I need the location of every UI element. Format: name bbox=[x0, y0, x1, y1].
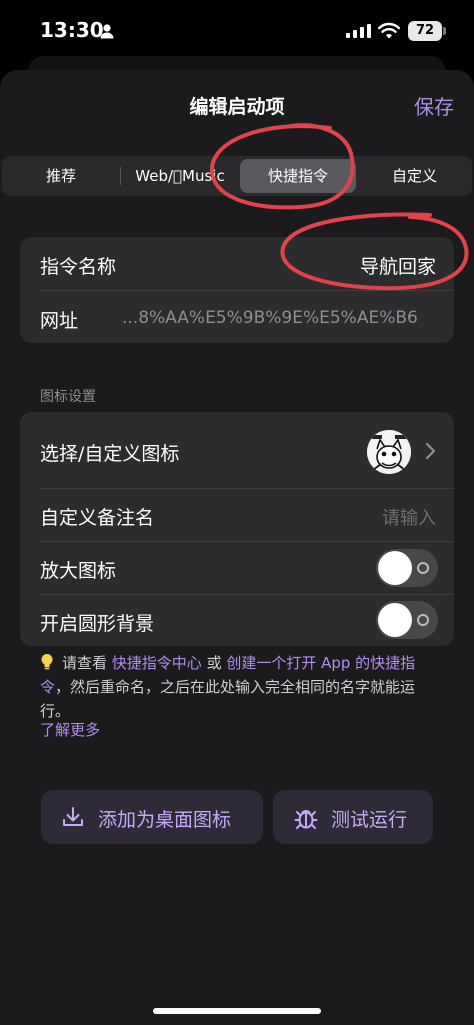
icon-settings-card: 选择/自定义图标 自定义备注名 请输入 放大图标 开启圆形背景 bbox=[20, 412, 454, 646]
tab-recommend[interactable]: 推荐 bbox=[2, 156, 120, 196]
circle-background-toggle[interactable] bbox=[376, 601, 438, 639]
toggle-knob bbox=[378, 603, 412, 637]
shortcut-name-label: 指令名称 bbox=[40, 256, 117, 278]
status-time: 13:30 bbox=[40, 18, 104, 42]
toggle-off-indicator bbox=[417, 614, 429, 626]
choose-icon-label: 选择/自定义图标 bbox=[40, 443, 180, 465]
cellular-signal-icon bbox=[346, 24, 371, 38]
shortcut-card: 指令名称 导航回家 网址 ...8%AA%E5%9B%9E%E5%AE%B6 bbox=[20, 237, 454, 343]
circle-background-label: 开启圆形背景 bbox=[40, 613, 155, 635]
battery-tip bbox=[443, 27, 446, 35]
help-note: 请查看 快捷指令中心 或 创建一个打开 App 的快捷指令，然后重命名，之后在此… bbox=[40, 651, 440, 723]
tab-web-music[interactable]: Web/Music bbox=[121, 156, 239, 196]
tab-custom[interactable]: 自定义 bbox=[357, 156, 472, 196]
home-indicator bbox=[153, 1008, 321, 1014]
note-prefix: 请查看 bbox=[62, 654, 112, 672]
shortcut-center-link[interactable]: 快捷指令中心 bbox=[112, 654, 202, 672]
cat-sticker-icon bbox=[367, 430, 411, 474]
icon-settings-header: 图标设置 bbox=[40, 389, 96, 405]
add-to-home-screen-button[interactable]: 添加为桌面图标 bbox=[41, 790, 263, 844]
remark-name-row[interactable]: 自定义备注名 请输入 bbox=[20, 488, 454, 541]
toggle-knob bbox=[378, 551, 412, 585]
wifi-icon bbox=[378, 22, 400, 39]
battery-level: 72 bbox=[408, 21, 442, 41]
remark-name-input[interactable]: 请输入 bbox=[382, 504, 436, 530]
remark-name-label: 自定义备注名 bbox=[40, 507, 155, 529]
shortcut-name-field[interactable]: 导航回家 bbox=[360, 252, 436, 279]
enlarge-icon-row: 放大图标 bbox=[20, 541, 454, 594]
choose-icon-row[interactable]: 选择/自定义图标 bbox=[20, 412, 454, 488]
lightbulb-icon bbox=[41, 654, 53, 670]
person-icon bbox=[100, 24, 114, 39]
toggle-off-indicator bbox=[417, 562, 429, 574]
enlarge-icon-label: 放大图标 bbox=[40, 560, 117, 582]
page-title: 编辑启动项 bbox=[189, 96, 285, 118]
test-run-label: 测试运行 bbox=[331, 809, 408, 831]
note-middle: 或 bbox=[201, 654, 227, 672]
save-button[interactable]: 保存 bbox=[414, 91, 454, 120]
chevron-right-icon bbox=[425, 442, 436, 460]
test-run-button[interactable]: 测试运行 bbox=[273, 790, 433, 844]
note-suffix: ，然后重命名，之后在此处输入完全相同的名字就能运行。 bbox=[40, 678, 416, 720]
add-to-home-label: 添加为桌面图标 bbox=[98, 809, 232, 831]
download-icon bbox=[63, 807, 83, 826]
icon-preview-avatar[interactable] bbox=[367, 430, 411, 474]
bug-icon bbox=[294, 810, 318, 829]
shortcut-url-label: 网址 bbox=[40, 310, 79, 332]
shortcut-url-row[interactable]: 网址 ...8%AA%E5%9B%9E%E5%AE%B6 bbox=[20, 290, 454, 343]
shortcut-url-field[interactable]: ...8%AA%E5%9B%9E%E5%AE%B6 bbox=[122, 308, 438, 328]
learn-more-link[interactable]: 了解更多 bbox=[40, 719, 100, 740]
tab-shortcuts[interactable]: 快捷指令 bbox=[240, 159, 356, 193]
enlarge-icon-toggle[interactable] bbox=[376, 549, 438, 587]
shortcut-name-row[interactable]: 指令名称 导航回家 bbox=[20, 237, 454, 290]
circle-background-row: 开启圆形背景 bbox=[20, 594, 454, 646]
status-bar: 13:30 72 bbox=[0, 0, 474, 62]
launch-type-tabs: 推荐 Web/Music 快捷指令 自定义 bbox=[2, 156, 472, 196]
